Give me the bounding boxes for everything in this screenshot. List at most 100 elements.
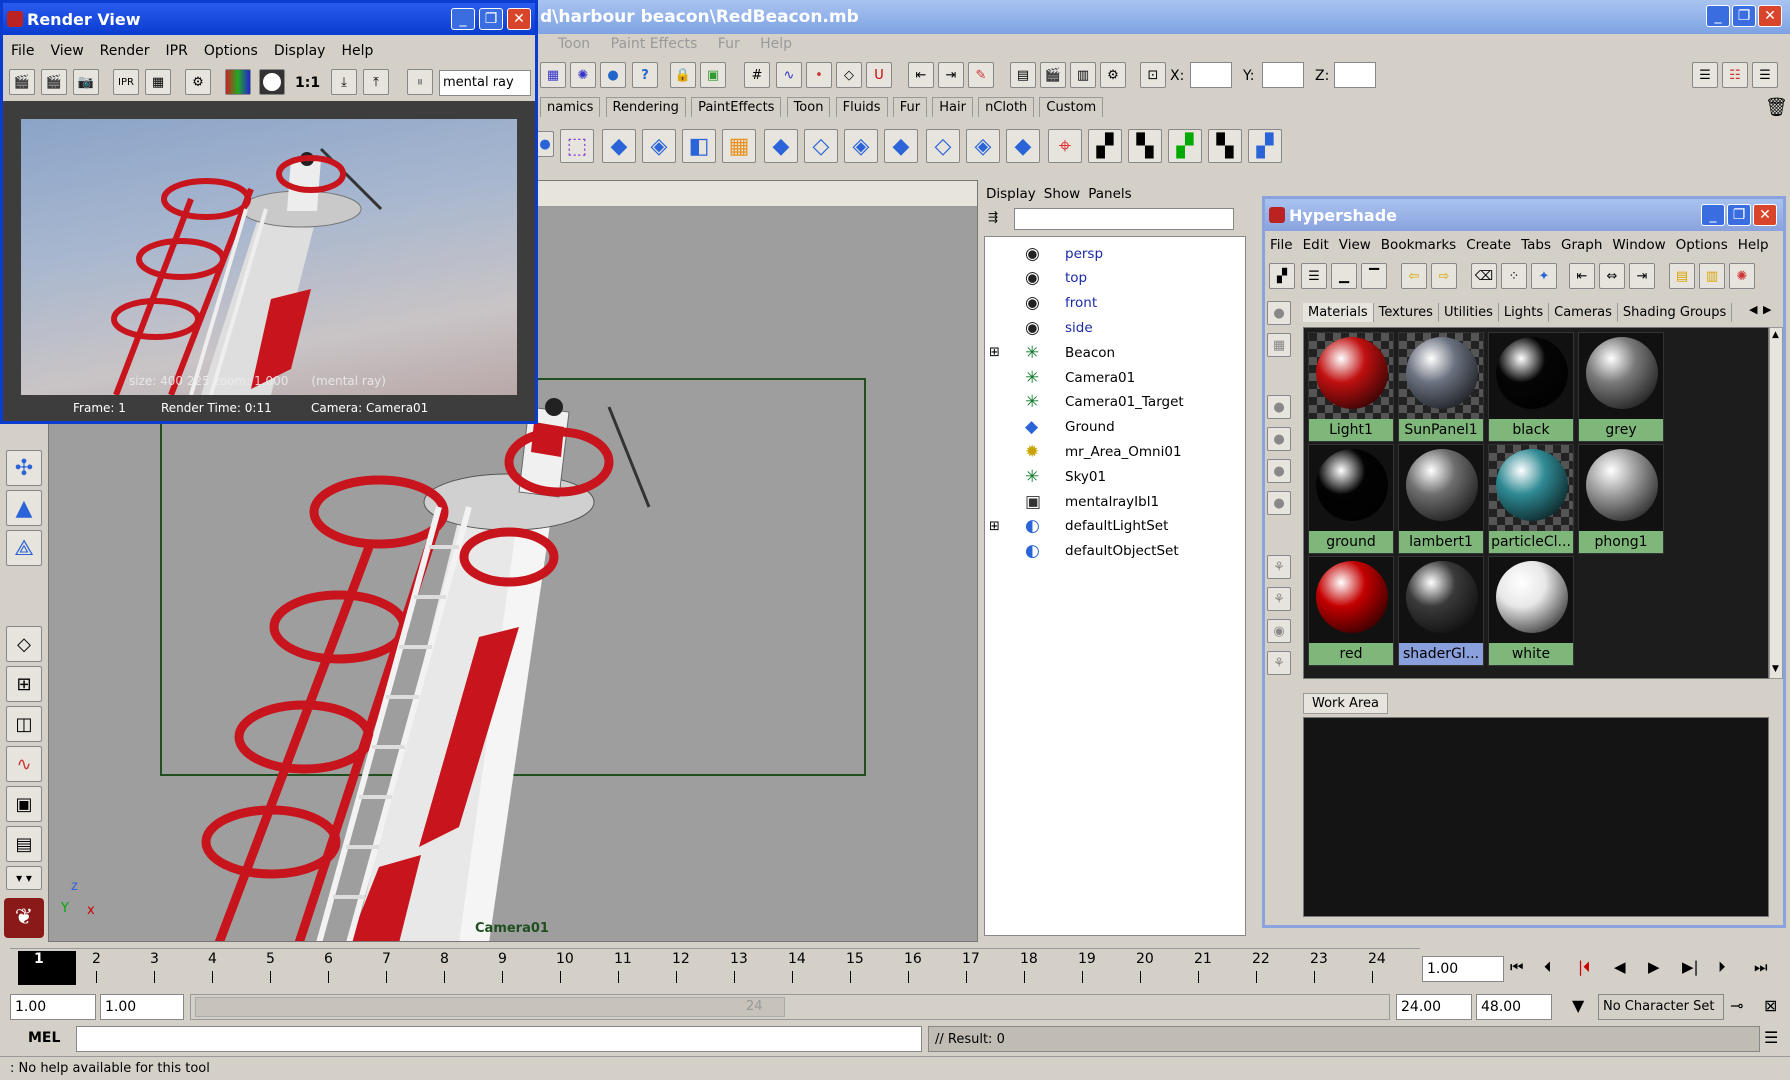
select-by-component-icon[interactable]: ✺	[570, 62, 596, 88]
hs-side-tool-icon-4[interactable]: ⚘	[1267, 651, 1291, 675]
key-icon[interactable]: ⊸	[1730, 996, 1743, 1015]
hs-input-connections-icon[interactable]: ⇤	[1569, 263, 1595, 289]
hs-tab-utilities[interactable]: Utilities	[1439, 303, 1499, 322]
shelf-checker-icon-5[interactable]: ▞	[1248, 129, 1282, 163]
hs-tab-scroll-right-icon[interactable]: ▶	[1763, 303, 1771, 316]
manipulator-icon[interactable]: ⟁	[6, 530, 42, 566]
script-editor-icon[interactable]: ☰	[1764, 1028, 1778, 1047]
rv-menu-file[interactable]: File	[3, 41, 42, 61]
rv-refresh-icon[interactable]: ▦	[145, 69, 171, 95]
go-to-end-icon[interactable]: ⏭	[1754, 958, 1768, 976]
layout-outliner-icon[interactable]: ◫	[6, 706, 42, 742]
hs-toggle-create-bar-icon[interactable]: ▞	[1269, 263, 1295, 289]
outliner-item[interactable]: ✹ mr_Area_Omni01	[985, 439, 1245, 464]
output-ops-icon[interactable]: ⇥	[938, 62, 964, 88]
hs-side-tool-icon-2[interactable]: ⚘	[1267, 587, 1291, 611]
layout-four-icon[interactable]: ⊞	[6, 666, 42, 702]
tool-settings-icon[interactable]: ☷	[1722, 62, 1748, 88]
shelf-light-icon[interactable]: ⌖	[1048, 129, 1082, 163]
globe-icon[interactable]: ●	[600, 62, 626, 88]
outliner-item[interactable]: ⊞ ◐ defaultLightSet	[985, 514, 1245, 539]
go-to-start-icon[interactable]: ⏮	[1510, 958, 1524, 976]
material-swatch[interactable]: red	[1308, 556, 1394, 666]
hs-snapshot-icon[interactable]: ✺	[1729, 263, 1755, 289]
hs-side-sphere-icon-5[interactable]: ●	[1267, 491, 1291, 515]
rv-ratio-label[interactable]: 1:1	[295, 75, 320, 91]
hs-clear-graph-icon[interactable]: ⌫	[1471, 263, 1497, 289]
play-backward-icon[interactable]: ◀	[1614, 958, 1626, 976]
shelf-checker-icon-3[interactable]: ▞	[1168, 129, 1202, 163]
shelf-plane-icon-4[interactable]: ◆	[764, 129, 798, 163]
shelf-tab-rendering[interactable]: Rendering	[605, 97, 686, 117]
material-swatch[interactable]: particleCl...	[1488, 444, 1574, 554]
step-back-key-icon[interactable]: ⏴	[1544, 958, 1552, 976]
shelf-tab-fluids[interactable]: Fluids	[835, 97, 888, 117]
render-settings-icon[interactable]: ⚙	[1100, 62, 1126, 88]
range-end-field[interactable]: 24.00	[1396, 994, 1472, 1020]
character-set-dropdown-icon[interactable]: ▼	[1572, 996, 1584, 1015]
shelf-tab-custom[interactable]: Custom	[1039, 97, 1104, 117]
material-swatch[interactable]: shaderGl...	[1398, 556, 1484, 666]
outliner-menu-panels[interactable]: Panels	[1084, 184, 1135, 204]
hs-top-bottom-icon[interactable]: ☰	[1301, 263, 1327, 289]
shelf-plane-icon-1[interactable]: ◆	[602, 129, 636, 163]
hs-tab-scroll-left-icon[interactable]: ◀	[1749, 303, 1757, 316]
step-back-frame-icon[interactable]: |⏴	[1578, 958, 1591, 976]
input-mode-icon[interactable]: ⊡	[1140, 62, 1166, 88]
rv-redo-render-icon[interactable]: 🎬	[9, 69, 35, 95]
layout-menu-icon[interactable]: ▾ ▾	[6, 866, 42, 890]
shelf-plane-icon-7[interactable]: ◆	[884, 129, 918, 163]
render-frame-icon[interactable]: 🎬	[1040, 62, 1066, 88]
shelf-plane-icon-2[interactable]: ◈	[642, 129, 676, 163]
layout-hypershade-icon[interactable]: ▣	[6, 786, 42, 822]
shelf-plane-icon-8[interactable]: ◇	[926, 129, 960, 163]
hs-input-output-icon[interactable]: ⇔	[1599, 263, 1625, 289]
magnet-icon[interactable]: U	[866, 62, 892, 88]
step-forward-frame-icon[interactable]: ▶|	[1682, 958, 1699, 976]
menu-help[interactable]: Help	[752, 34, 800, 54]
hs-forward-icon[interactable]: ⇨	[1431, 263, 1457, 289]
hypershade-close-button[interactable]: ✕	[1753, 204, 1777, 226]
hs-side-tool-icon-1[interactable]: ⚘	[1267, 555, 1291, 579]
x-field[interactable]	[1190, 62, 1232, 88]
input-ops-icon[interactable]: ⇤	[908, 62, 934, 88]
rv-menu-help[interactable]: Help	[333, 41, 381, 61]
outliner-item[interactable]: ✳ Camera01	[985, 365, 1245, 390]
hs-menu-bookmarks[interactable]: Bookmarks	[1376, 235, 1461, 255]
rv-menu-options[interactable]: Options	[196, 41, 266, 61]
hs-side-sphere-icon-2[interactable]: ●	[1267, 395, 1291, 419]
shelf-sphere-icon[interactable]: ●	[536, 131, 554, 157]
range-start-field[interactable]: 1.00	[10, 994, 96, 1020]
trash-icon[interactable]: 🗑	[1765, 97, 1788, 118]
shelf-plane-icon-10[interactable]: ◆	[1006, 129, 1040, 163]
shelf-tab-fur[interactable]: Fur	[892, 97, 928, 117]
rv-menu-render[interactable]: Render	[92, 41, 158, 61]
outliner-item[interactable]: ◉ side	[985, 315, 1245, 340]
hs-menu-graph[interactable]: Graph	[1556, 235, 1607, 255]
menu-fur[interactable]: Fur	[710, 34, 748, 54]
render-view-icon[interactable]: ▤	[1010, 62, 1036, 88]
ipr-render-icon[interactable]: ▥	[1070, 62, 1096, 88]
hypershade-minimize-button[interactable]: _	[1701, 204, 1725, 226]
z-field[interactable]	[1334, 62, 1376, 88]
expand-icon[interactable]: ⊞	[989, 519, 1000, 534]
render-view-close-button[interactable]: ✕	[507, 8, 531, 30]
material-swatch[interactable]: grey	[1578, 332, 1664, 442]
rotate-tool-icon[interactable]: ✣	[6, 450, 42, 486]
construction-history-icon[interactable]: ✎	[968, 62, 994, 88]
shelf-checker-icon-1[interactable]: ▞	[1088, 129, 1122, 163]
outliner-search-input[interactable]	[1014, 208, 1234, 230]
menu-toon[interactable]: Toon	[550, 34, 598, 54]
range-end-field-2[interactable]: 48.00	[1476, 994, 1552, 1020]
layout-single-icon[interactable]: ◇	[6, 626, 42, 662]
play-forward-icon[interactable]: ▶	[1648, 958, 1660, 976]
outliner-item[interactable]: ◆ Ground	[985, 415, 1245, 440]
shelf-tab-painteffects[interactable]: PaintEffects	[691, 97, 782, 117]
hs-menu-tabs[interactable]: Tabs	[1516, 235, 1556, 255]
hs-rearrange-icon[interactable]: ⁘	[1501, 263, 1527, 289]
outliner-item[interactable]: ✳ Camera01_Target	[985, 390, 1245, 415]
snap-view-icon[interactable]: ◇	[836, 62, 862, 88]
material-swatch[interactable]: Light1	[1308, 332, 1394, 442]
hs-side-sphere-icon-1[interactable]: ●	[1267, 301, 1291, 325]
highlight-icon[interactable]: ▣	[700, 62, 726, 88]
